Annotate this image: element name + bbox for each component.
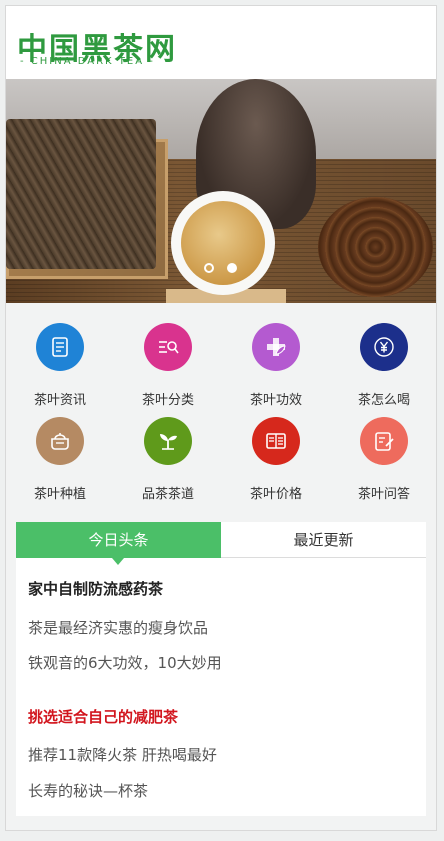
plus-leaf-icon (252, 323, 300, 371)
banner-carousel[interactable] (6, 79, 436, 303)
pot-icon (36, 417, 84, 465)
news-item[interactable]: 挑选适合自己的减肥茶 (28, 706, 178, 727)
carousel-dot-2[interactable] (227, 263, 237, 273)
category-tea-benefits[interactable]: 茶叶功效 (222, 303, 330, 408)
sprout-icon (144, 417, 192, 465)
category-label: 茶叶问答 (357, 487, 410, 502)
tea-liquid (181, 201, 265, 285)
category-tea-ceremony[interactable]: 品茶茶道 (114, 397, 222, 502)
news-item[interactable]: 茶是最经济实惠的瘦身饮品 (28, 617, 208, 638)
tab-today-headlines[interactable]: 今日头条 (16, 522, 221, 558)
tab-recent-updates[interactable]: 最近更新 (221, 522, 426, 558)
category-label: 茶叶种植 (33, 487, 86, 502)
category-label: 品茶茶道 (141, 487, 194, 502)
news-item[interactable]: 家中自制防流感药茶 (28, 578, 163, 599)
site-logo-subtitle: - CHINA DARK TEA - (20, 56, 155, 67)
category-tea-planting[interactable]: 茶叶种植 (6, 397, 114, 502)
category-tea-news[interactable]: 茶叶资讯 (6, 303, 114, 408)
tea-brick (6, 119, 156, 269)
category-tea-qa[interactable]: 茶叶问答 (330, 397, 438, 502)
price-list-icon (252, 417, 300, 465)
news-panel: 今日头条 最近更新 家中自制防流感药茶 茶是最经济实惠的瘦身饮品 铁观音的6大功… (16, 522, 426, 816)
document-icon (36, 323, 84, 371)
page-frame: 中国黑茶网 - CHINA DARK TEA - 茶叶资讯 茶叶分类 茶叶功效 … (5, 5, 437, 831)
carousel-dot-1[interactable] (204, 263, 214, 273)
news-item[interactable]: 推荐11款降火茶 肝热喝最好 (28, 744, 217, 765)
category-tea-types[interactable]: 茶叶分类 (114, 303, 222, 408)
list-search-icon (144, 323, 192, 371)
news-item[interactable]: 长寿的秘诀—杯茶 (28, 780, 148, 801)
pine-cone (318, 197, 433, 297)
yen-coin-icon (360, 323, 408, 371)
header: 中国黑茶网 - CHINA DARK TEA - (6, 6, 436, 79)
edit-note-icon (360, 417, 408, 465)
category-how-to-drink[interactable]: 茶怎么喝 (330, 303, 438, 408)
news-item[interactable]: 铁观音的6大功效，10大妙用 (28, 652, 222, 673)
category-label: 茶叶价格 (249, 487, 302, 502)
category-tea-prices[interactable]: 茶叶价格 (222, 397, 330, 502)
category-grid: 茶叶资讯 茶叶分类 茶叶功效 茶怎么喝 茶叶种植 品茶茶道 茶叶价格 茶叶问答 (6, 303, 436, 510)
active-tab-pointer (112, 558, 124, 565)
